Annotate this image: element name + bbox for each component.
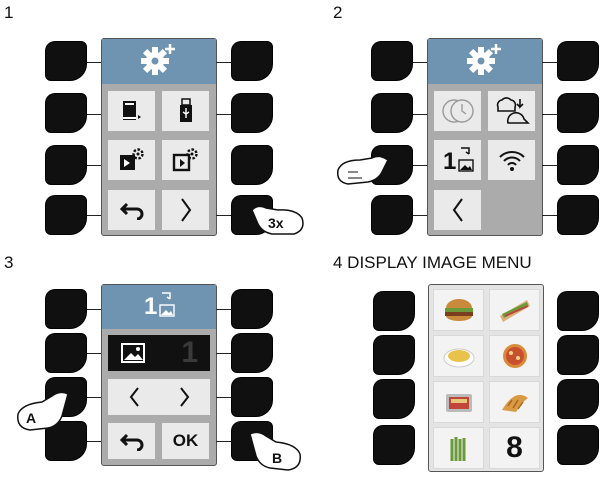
wifi-icon <box>498 148 526 172</box>
display-panel-2: 1 <box>427 38 543 236</box>
image-number-tile[interactable]: 1 <box>434 140 481 180</box>
right-key-4[interactable] <box>558 196 598 234</box>
callout-a-label: A <box>26 410 37 426</box>
import-gear-icon <box>172 147 200 173</box>
left-key-1[interactable] <box>372 42 412 80</box>
right-key-2[interactable] <box>232 94 272 132</box>
left-key-2[interactable] <box>374 336 414 374</box>
right-key-1[interactable] <box>232 42 272 80</box>
left-key-3[interactable] <box>374 380 414 418</box>
image-number-value: 8 <box>506 431 523 464</box>
ok-button[interactable]: OK <box>162 423 209 459</box>
display-panel-1 <box>101 38 217 236</box>
prev-tile[interactable] <box>434 190 481 230</box>
back-tile[interactable] <box>108 423 155 459</box>
gear-plus-icon <box>463 41 507 82</box>
display-panel-3: 1 1 OK <box>101 284 217 466</box>
export-tile[interactable] <box>108 140 155 180</box>
chef-swap-tile[interactable] <box>488 91 535 131</box>
step-label-1: 1 <box>4 3 14 22</box>
import-tile[interactable] <box>162 140 209 180</box>
export-gear-icon <box>118 147 146 173</box>
food-image-1[interactable] <box>433 289 484 331</box>
image-number-display: 1 <box>108 335 210 371</box>
food-image-3[interactable] <box>433 335 484 377</box>
step-label-2: 2 <box>333 3 343 22</box>
image-number-swap-icon: 1 <box>441 145 475 175</box>
header-bar <box>428 39 542 84</box>
image-menu-panel: 8 <box>428 284 544 472</box>
number-stepper[interactable] <box>108 379 210 415</box>
usb-tile[interactable] <box>162 91 209 131</box>
food-image-7[interactable] <box>433 427 484 469</box>
book-tile[interactable] <box>108 91 155 131</box>
left-key-2[interactable] <box>46 334 86 372</box>
callout-b-label: B <box>272 450 283 466</box>
image-slot-8: 8 <box>489 427 540 469</box>
left-key-4[interactable] <box>46 196 86 234</box>
left-key-4[interactable] <box>374 426 414 464</box>
header-bar: 1 <box>102 285 216 329</box>
right-key-2[interactable] <box>558 336 598 374</box>
food-image-6[interactable] <box>489 381 540 423</box>
chevron-left-icon[interactable] <box>128 386 140 408</box>
chevron-left-icon <box>451 197 465 223</box>
left-key-2[interactable] <box>372 94 412 132</box>
right-key-2[interactable] <box>558 94 598 132</box>
right-key-1[interactable] <box>558 42 598 80</box>
right-key-3[interactable] <box>232 146 272 184</box>
right-key-4[interactable] <box>558 426 598 464</box>
image-number-value: 1 <box>181 336 198 369</box>
next-tile[interactable] <box>162 190 209 230</box>
usb-icon <box>176 98 196 124</box>
chevron-right-icon <box>179 197 193 223</box>
clock-tile[interactable] <box>434 91 481 131</box>
clock-icon <box>441 96 475 126</box>
left-key-3[interactable] <box>46 146 86 184</box>
finger-press-callout <box>334 150 392 190</box>
back-arrow-icon <box>119 200 145 220</box>
finger-press-callout: 3x <box>248 200 308 240</box>
back-tile[interactable] <box>108 190 155 230</box>
back-arrow-icon <box>119 431 145 451</box>
right-key-3[interactable] <box>558 146 598 184</box>
left-key-2[interactable] <box>46 94 86 132</box>
svg-text:1: 1 <box>144 293 157 320</box>
header-bar <box>102 39 216 84</box>
right-key-1[interactable] <box>232 290 272 328</box>
right-key-2[interactable] <box>232 334 272 372</box>
finger-callout-b: B <box>246 428 306 476</box>
finger-callout-a: A <box>12 388 72 436</box>
chef-hat-swap-icon <box>494 95 530 127</box>
chevron-right-icon[interactable] <box>179 386 191 408</box>
svg-text:1: 1 <box>443 148 456 175</box>
food-image-4[interactable] <box>489 335 540 377</box>
right-key-1[interactable] <box>558 292 598 330</box>
left-key-1[interactable] <box>46 290 86 328</box>
step-label-4: 4 DISPLAY IMAGE MENU <box>333 253 532 272</box>
left-key-1[interactable] <box>46 42 86 80</box>
food-image-2[interactable] <box>489 289 540 331</box>
left-key-1[interactable] <box>374 292 414 330</box>
picture-icon <box>120 342 146 364</box>
wifi-tile[interactable] <box>488 140 535 180</box>
image-number-swap-icon: 1 <box>142 290 176 325</box>
right-key-3[interactable] <box>232 378 272 416</box>
step-label-3: 3 <box>4 253 14 272</box>
gear-plus-icon <box>137 41 181 82</box>
right-key-3[interactable] <box>558 380 598 418</box>
food-image-5[interactable] <box>433 381 484 423</box>
book-icon <box>120 99 144 123</box>
press-count-label: 3x <box>268 215 284 231</box>
left-key-4[interactable] <box>372 196 412 234</box>
